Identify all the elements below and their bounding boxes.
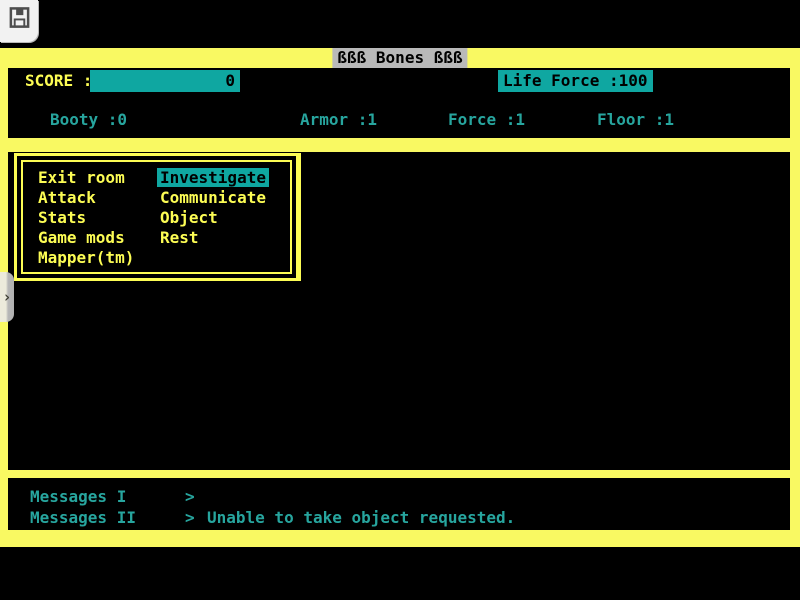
game-screen-frame: ßßß Bones ßßß SCORE : 0 Life Force :100 … bbox=[0, 48, 800, 547]
menu-column-right: Investigate Communicate Object Rest bbox=[160, 168, 269, 272]
score-label: SCORE : bbox=[25, 71, 92, 90]
game-title: ßßß Bones ßßß bbox=[332, 48, 467, 68]
messages-1-label: Messages I bbox=[30, 486, 185, 507]
floor-stat: Floor :1 bbox=[597, 110, 674, 129]
menu-item-attack[interactable]: Attack bbox=[38, 188, 160, 208]
floppy-disk-icon bbox=[8, 5, 31, 35]
menu-item-stats[interactable]: Stats bbox=[38, 208, 160, 228]
messages-line-1: Messages I > bbox=[8, 486, 790, 507]
force-stat: Force :1 bbox=[448, 110, 525, 129]
game-window: { "window": { "title": "ßßß Bones ßßß" }… bbox=[0, 0, 800, 600]
menu-item-investigate[interactable]: Investigate bbox=[160, 168, 269, 188]
messages-line-2: Messages II > Unable to take object requ… bbox=[8, 507, 790, 528]
messages-panel: Messages I > Messages II > Unable to tak… bbox=[8, 478, 790, 530]
selected-menu-highlight: Investigate bbox=[157, 168, 269, 187]
menu-item-communicate[interactable]: Communicate bbox=[160, 188, 269, 208]
menu-item-rest[interactable]: Rest bbox=[160, 228, 269, 248]
main-play-area: Exit room Attack Stats Game mods Mapper(… bbox=[8, 152, 790, 470]
booty-stat: Booty :0 bbox=[50, 110, 127, 129]
command-menu: Exit room Attack Stats Game mods Mapper(… bbox=[21, 160, 292, 274]
chevron-right-icon: › bbox=[2, 290, 11, 305]
menu-item-mapper[interactable]: Mapper(tm) bbox=[38, 248, 160, 268]
side-panel-expand-tab[interactable]: › bbox=[0, 272, 14, 322]
messages-2-text: Unable to take object requested. bbox=[207, 507, 515, 528]
messages-1-prompt: > bbox=[185, 486, 207, 507]
command-menu-box: Exit room Attack Stats Game mods Mapper(… bbox=[14, 153, 301, 281]
save-button[interactable] bbox=[0, 0, 38, 42]
messages-2-label: Messages II bbox=[30, 507, 185, 528]
armor-stat: Armor :1 bbox=[300, 110, 377, 129]
menu-item-game-mods[interactable]: Game mods bbox=[38, 228, 160, 248]
menu-item-object[interactable]: Object bbox=[160, 208, 269, 228]
life-force-value: Life Force :100 bbox=[498, 70, 653, 92]
menu-column-left: Exit room Attack Stats Game mods Mapper(… bbox=[38, 168, 160, 272]
status-panel: SCORE : 0 Life Force :100 Booty :0 Armor… bbox=[8, 68, 790, 138]
messages-2-prompt: > bbox=[185, 507, 207, 528]
score-bar: 0 bbox=[90, 70, 240, 92]
menu-item-exit-room[interactable]: Exit room bbox=[38, 168, 160, 188]
